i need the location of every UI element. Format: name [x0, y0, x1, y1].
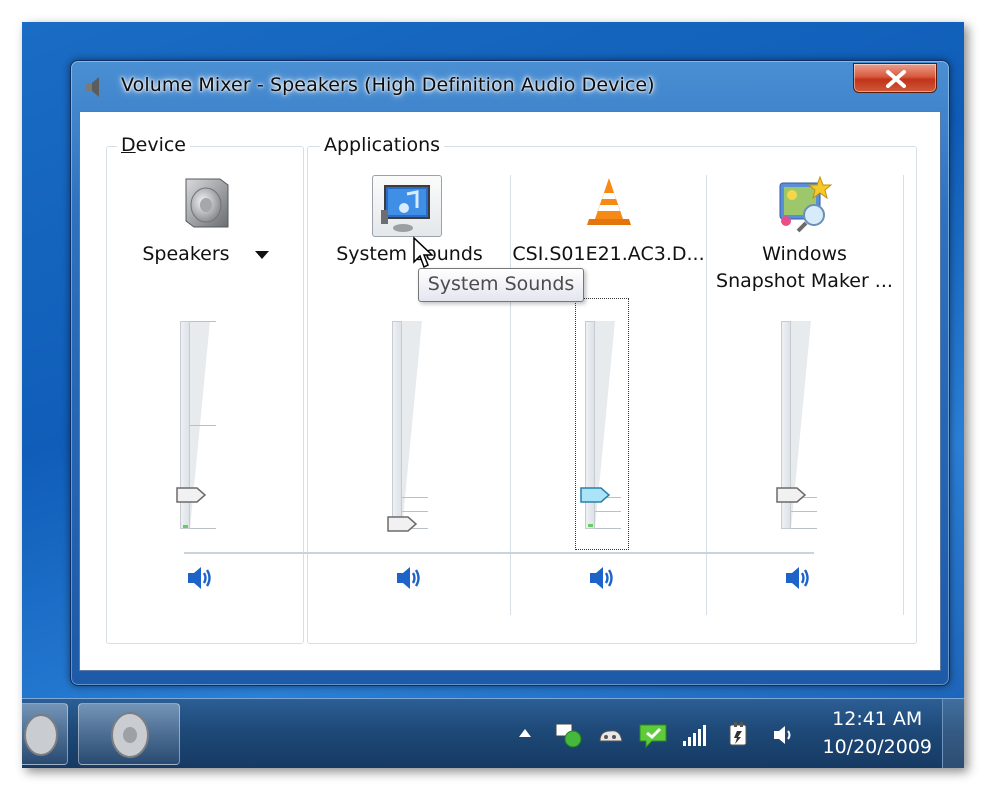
speakers-peak-meter	[183, 525, 188, 528]
speakers-channel: Speakers	[107, 147, 305, 645]
tooltip: System Sounds	[418, 268, 584, 302]
wireless-signal-icon[interactable]	[680, 721, 710, 749]
applications-group: Applications System Sounds CSI.S01E21.AC…	[307, 134, 917, 645]
taskbar: 12:41 AM 10/20/2009	[22, 698, 964, 768]
volume-tray-icon[interactable]	[770, 721, 800, 749]
speakers-mute-button[interactable]	[185, 563, 215, 593]
speakers-volume-thumb[interactable]	[175, 486, 207, 504]
clock-date: 10/20/2009	[822, 736, 932, 758]
mouse-cursor-icon	[413, 236, 434, 269]
focus-indicator	[575, 298, 629, 550]
channel-separator	[903, 175, 904, 615]
clock[interactable]: 12:41 AM 10/20/2009	[822, 705, 932, 761]
system-sounds-slider-track[interactable]	[392, 321, 402, 529]
window-title: Volume Mixer - Speakers (High Definition…	[121, 74, 655, 96]
system-sounds-label: System Sounds	[336, 243, 483, 265]
speaker-icon	[111, 712, 149, 758]
system-sounds-icon	[381, 185, 430, 232]
chevron-down-icon[interactable]	[254, 249, 270, 261]
speakers-device-label[interactable]: Speakers	[107, 241, 305, 268]
volume-mixer-window: Volume Mixer - Speakers (High Definition…	[70, 60, 950, 686]
close-button[interactable]	[853, 63, 937, 93]
taskbar-button-volume-mixer[interactable]	[78, 703, 180, 765]
csi-video-volume-thumb[interactable]	[579, 486, 611, 504]
device-volume-line	[184, 552, 814, 554]
action-center-icon[interactable]	[554, 721, 584, 749]
system-sounds-slider-ticks	[402, 321, 428, 529]
taskbar-button-partial[interactable]	[22, 703, 68, 765]
snapshot-maker-mute-button[interactable]	[783, 563, 813, 593]
desktop: Volume Mixer - Speakers (High Definition…	[22, 22, 964, 768]
close-icon	[886, 70, 906, 88]
speaker-icon	[24, 714, 58, 756]
show-desktop-button[interactable]	[942, 699, 964, 768]
device-group: Device Speakers	[106, 134, 305, 645]
snapshot-maker-volume-thumb[interactable]	[775, 486, 807, 504]
system-sounds-mute-button[interactable]	[394, 563, 424, 593]
csi-video-channel: CSI.S01E21.AC3.D...	[511, 147, 706, 645]
snapshot-maker-label: Windows Snapshot Maker ...	[716, 243, 893, 292]
power-plug-icon[interactable]	[724, 721, 754, 749]
show-hidden-icons-icon[interactable]	[518, 727, 532, 739]
speakers-device-icon	[185, 178, 229, 228]
csi-video-mute-button[interactable]	[587, 563, 617, 593]
system-sounds-channel: System Sounds	[312, 147, 507, 645]
snapshot-maker-icon	[779, 175, 832, 233]
system-sounds-volume-thumb[interactable]	[386, 515, 418, 533]
cloud-icon[interactable]	[596, 721, 626, 749]
clock-time: 12:41 AM	[832, 708, 923, 730]
snapshot-maker-channel: Windows Snapshot Maker ...	[707, 147, 902, 645]
vlc-cone-icon	[586, 178, 631, 225]
mixer-client-area: Device Speakers Applications System Soun…	[79, 111, 941, 671]
chat-icon[interactable]	[638, 721, 668, 749]
speaker-icon	[86, 77, 99, 97]
csi-video-label: CSI.S01E21.AC3.D...	[512, 243, 705, 265]
system-sounds-icon-button[interactable]	[372, 175, 442, 237]
